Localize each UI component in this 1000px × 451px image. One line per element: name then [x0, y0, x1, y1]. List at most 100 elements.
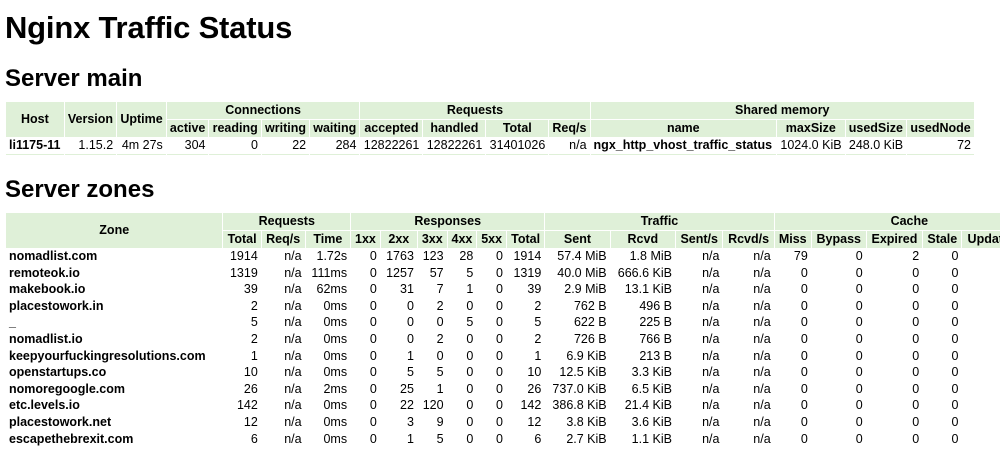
table-cell: 0: [951, 282, 959, 297]
table-cell: 0: [406, 315, 414, 330]
table-cell: 0: [496, 265, 503, 280]
table-cell: 0: [496, 249, 503, 263]
table-cell: n/a: [702, 381, 720, 396]
table-cell: 1: [406, 348, 414, 363]
table-cell: 2: [436, 298, 444, 313]
table-cell: 39: [527, 282, 542, 297]
table-cell: 5: [534, 315, 542, 330]
table-cell: 0: [496, 365, 503, 380]
table-cell: 26: [527, 381, 542, 396]
table-cell: 0: [800, 348, 808, 363]
table-cell: 0: [855, 298, 863, 313]
table-cell: 1: [436, 381, 444, 396]
shared-memory-header: Shared memory: [590, 102, 974, 119]
server-main-table: Host Version Uptime Connections Requests…: [5, 101, 975, 156]
column-header: Bypass: [811, 231, 866, 248]
table-cell: 1.72s: [316, 249, 348, 263]
table-row: nomadlist.io 2 n/a 0ms 0 0 2 0 0 2 726 B 766 Bn/a n/…: [6, 332, 1000, 348]
table-cell: 31: [400, 282, 414, 297]
table-cell: 0: [436, 315, 444, 330]
column-header: Sent/s: [675, 231, 723, 248]
requests-header: Requests: [360, 102, 590, 119]
table-cell: 0: [406, 331, 414, 346]
column-header: reading: [209, 120, 261, 137]
table-cell: 0: [406, 298, 414, 313]
table-cell: n/a: [284, 249, 302, 263]
table-cell: 0: [369, 265, 377, 280]
table-cell: 3.6 KiB: [631, 414, 672, 429]
table-cell: 2: [250, 331, 258, 346]
table-cell: 0: [466, 365, 474, 380]
table-cell: 6: [534, 431, 542, 446]
table-cell: 0: [912, 398, 920, 413]
table-cell: 0: [962, 415, 1000, 431]
table-cell: 0: [800, 381, 808, 396]
table-row: openstartups.co 10 n/a 0ms 0 5 5 0 0 10 12.5 KiB 3.…: [6, 365, 1000, 381]
table-cell: 0: [800, 298, 808, 313]
table-cell: n/a: [284, 298, 302, 313]
table-cell: 0: [466, 298, 474, 313]
column-header: Total: [506, 231, 545, 248]
traffic-header: Traffic: [545, 213, 774, 230]
table-cell: n/a: [753, 331, 771, 346]
table-cell: 5: [466, 315, 474, 330]
table-cell: n/a: [284, 414, 302, 429]
column-header: Req/s: [261, 231, 305, 248]
table-cell: n/a: [753, 298, 771, 313]
table-cell: 0: [369, 365, 377, 380]
table-cell: n/a: [284, 398, 302, 413]
table-row: nomadlist.com 1914 n/a 1.72s 0 1763 123 28 0 1914…: [6, 249, 1000, 265]
zone-name-cell: openstartups.co: [9, 365, 107, 380]
table-cell: 0: [951, 398, 959, 413]
table-cell: n/a: [753, 315, 771, 330]
table-cell: 12822261: [423, 138, 486, 155]
table-cell: 304: [166, 138, 209, 155]
table-cell: 0: [951, 365, 959, 380]
column-header: handled: [423, 120, 486, 137]
table-cell: n/a: [702, 398, 720, 413]
table-row: placestowork.net 12 n/a 0ms 0 3 9 0 0 12 3.8 KiB 3.…: [6, 415, 1000, 431]
table-cell: 120: [422, 398, 444, 413]
table-cell: 0: [800, 282, 808, 297]
table-cell: 0: [951, 249, 959, 263]
table-cell: 9: [436, 414, 444, 429]
table-cell: 62ms: [316, 282, 348, 297]
table-cell: 12.5 KiB: [559, 365, 607, 380]
table-row: _5n/a0ms000505622 B225 Bn/an/a00000: [6, 315, 1000, 331]
table-cell: 6.9 KiB: [566, 348, 607, 363]
table-cell: 0: [496, 431, 503, 446]
table-cell: n/a: [549, 138, 590, 155]
table-cell: 142: [236, 398, 258, 413]
table-cell: n/a: [284, 365, 302, 380]
table-cell: 0: [912, 315, 920, 330]
table-row: keepyourfuckingresolutions.com 1 n/a 0ms 0 1 0…: [6, 349, 1000, 365]
table-cell: 0ms: [323, 365, 348, 380]
table-cell: 0: [369, 331, 377, 346]
column-header: Req/s: [549, 120, 590, 137]
table-cell: 0: [962, 349, 1000, 365]
zone-header: Zone: [6, 213, 223, 248]
table-cell: 0: [855, 431, 863, 446]
table-row: placestowork.in 2 n/a 0ms 0 0 2 0 0 2 762 B 496 Bn/…: [6, 299, 1000, 315]
column-header: 2xx: [380, 231, 417, 248]
table-cell: 0ms: [323, 398, 348, 413]
table-cell: 22: [261, 138, 310, 155]
table-cell: n/a: [702, 365, 720, 380]
table-cell: 57: [429, 265, 444, 280]
table-cell: 3.8 KiB: [566, 414, 607, 429]
table-cell: 31401026: [486, 138, 549, 155]
table-cell: 0: [496, 331, 503, 346]
table-cell: 0: [496, 298, 503, 313]
table-cell: 0: [496, 414, 503, 429]
server-zones-heading: Server zones: [5, 176, 155, 203]
column-header: name: [590, 120, 777, 137]
table-cell: 0: [912, 381, 920, 396]
table-cell: 0: [496, 398, 503, 413]
table-cell: 25: [400, 381, 414, 396]
table-cell: 57.4 MiB: [557, 249, 607, 263]
table-cell: 0: [962, 315, 1000, 331]
table-cell: 225 B: [639, 315, 672, 330]
table-cell: 0: [962, 266, 1000, 282]
column-header: Rcvd/s: [723, 231, 774, 248]
table-cell: n/a: [702, 282, 720, 297]
